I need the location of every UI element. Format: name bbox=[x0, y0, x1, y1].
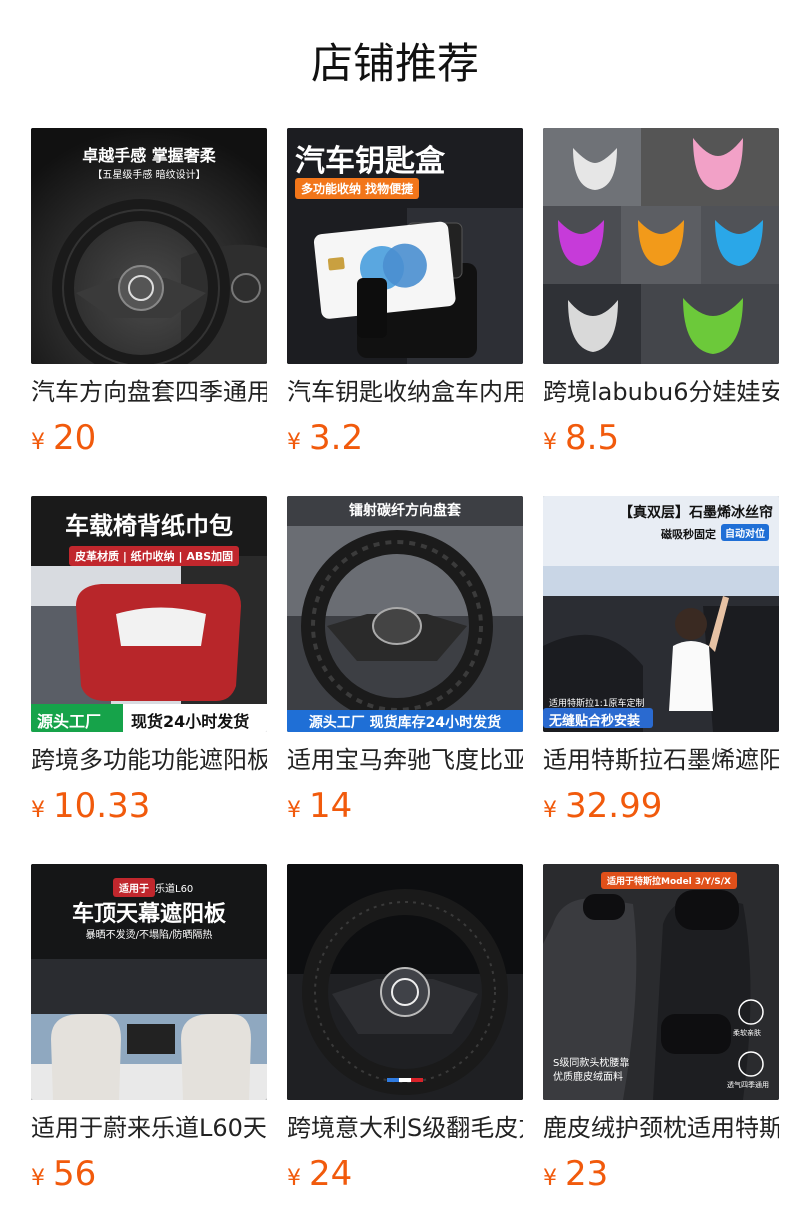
price-value: 56 bbox=[53, 1154, 97, 1194]
image-tag-right: 乐道L60 bbox=[155, 884, 194, 895]
product-price: ¥23 bbox=[543, 1154, 608, 1194]
currency-symbol: ¥ bbox=[543, 1166, 557, 1191]
price-value: 23 bbox=[565, 1154, 609, 1194]
image-headline: 汽车钥匙盒 bbox=[295, 144, 445, 179]
product-price: ¥32.99 bbox=[543, 786, 662, 826]
currency-symbol: ¥ bbox=[31, 430, 45, 455]
image-note-1: S级同款头枕腰靠 bbox=[553, 1058, 630, 1069]
currency-symbol: ¥ bbox=[287, 430, 301, 455]
price-value: 32.99 bbox=[565, 786, 663, 826]
product-image[interactable]: 车载椅背纸巾包 皮革材质 | 纸巾收纳 | ABS加固 源头工厂 现货24小时发… bbox=[31, 496, 267, 732]
product-name[interactable]: 汽车钥匙收纳盒车内用 bbox=[287, 376, 523, 410]
image-badge-1: 柔软亲肤 bbox=[733, 1029, 761, 1037]
product-image[interactable] bbox=[287, 864, 523, 1100]
image-headline: 镭射碳纤方向盘套 bbox=[349, 503, 461, 519]
currency-symbol: ¥ bbox=[287, 798, 301, 823]
product-name[interactable]: 鹿皮绒护颈枕适用特斯拉 bbox=[543, 1112, 779, 1146]
image-headline: 【真双层】石墨烯冰丝帘 bbox=[619, 505, 773, 521]
image-headline: 车载椅背纸巾包 bbox=[65, 512, 233, 540]
image-headline: 车顶天幕遮阳板 bbox=[71, 902, 226, 927]
product-price: ¥10.33 bbox=[31, 786, 150, 826]
image-banner: 无缝贴合秒安装 bbox=[549, 714, 641, 729]
product-price: ¥20 bbox=[31, 418, 96, 458]
product-name[interactable]: 跨境意大利S级翻毛皮方向盘套 bbox=[287, 1112, 523, 1146]
image-subtitle: 磁吸秒固定 bbox=[661, 528, 716, 541]
product-price: ¥14 bbox=[287, 786, 352, 826]
image-tag: 适用于特斯拉Model 3/Y/S/X bbox=[601, 872, 737, 889]
product-image[interactable]: 适用于特斯拉Model 3/Y/S/X S级同款头枕腰靠 优质鹿皮绒面料 柔软亲… bbox=[543, 864, 779, 1100]
image-banner: 源头工厂 现货库存24小时发货 bbox=[308, 715, 502, 731]
product-image[interactable] bbox=[543, 128, 779, 364]
product-price: ¥8.5 bbox=[543, 418, 619, 458]
product-price: ¥24 bbox=[287, 1154, 352, 1194]
product-image[interactable]: 【真双层】石墨烯冰丝帘 磁吸秒固定 自动对位 适用特斯拉1:1原车定制 无缝贴合… bbox=[543, 496, 779, 732]
price-value: 8.5 bbox=[565, 418, 620, 458]
price-value: 24 bbox=[309, 1154, 353, 1194]
currency-symbol: ¥ bbox=[31, 798, 45, 823]
currency-symbol: ¥ bbox=[31, 1166, 45, 1191]
price-value: 20 bbox=[53, 418, 97, 458]
image-subtitle: 【五星级手感 暗纹设计】 bbox=[92, 170, 206, 181]
image-subtitle: 皮革材质 | 纸巾收纳 | ABS加固 bbox=[69, 546, 240, 566]
product-price: ¥3.2 bbox=[287, 418, 363, 458]
image-subtitle: 多功能收纳 找物便捷 bbox=[295, 178, 420, 199]
product-name[interactable]: 适用于蔚来乐道L60天幕遮阳板 bbox=[31, 1112, 267, 1146]
image-subtitle-tag: 自动对位 bbox=[721, 524, 769, 541]
product-name[interactable]: 适用宝马奔驰飞度比亚迪 bbox=[287, 744, 523, 778]
banner-left: 源头工厂 bbox=[37, 712, 102, 731]
image-headline: 卓越手感 掌握奢柔 bbox=[82, 146, 216, 165]
price-value: 10.33 bbox=[53, 786, 151, 826]
image-tag-left: 适用于 bbox=[113, 878, 155, 897]
currency-symbol: ¥ bbox=[287, 1166, 301, 1191]
product-image[interactable]: 镭射碳纤方向盘套 源头工厂 现货库存24小时发货 bbox=[287, 496, 523, 732]
price-value: 14 bbox=[309, 786, 353, 826]
currency-symbol: ¥ bbox=[543, 430, 557, 455]
currency-symbol: ¥ bbox=[543, 798, 557, 823]
banner-right: 现货24小时发货 bbox=[131, 712, 250, 731]
product-name[interactable]: 跨境多功能功能遮阳板 bbox=[31, 744, 267, 778]
product-image[interactable]: 汽车钥匙盒 多功能收纳 找物便捷 bbox=[287, 128, 523, 364]
image-note-2: 优质鹿皮绒面料 bbox=[553, 1072, 623, 1083]
product-image[interactable]: 卓越手感 掌握奢柔 【五星级手感 暗纹设计】 bbox=[31, 128, 267, 364]
page-title: 店铺推荐 bbox=[310, 39, 479, 88]
product-name[interactable]: 跨境labubu6分娃娃安全座椅 bbox=[543, 376, 779, 410]
image-subtitle: 暴晒不发烫/不塌陷/防晒隔热 bbox=[85, 930, 213, 941]
image-note: 适用特斯拉1:1原车定制 bbox=[549, 699, 645, 709]
product-image[interactable]: 适用于 乐道L60 车顶天幕遮阳板 暴晒不发烫/不塌陷/防晒隔热 bbox=[31, 864, 267, 1100]
product-name[interactable]: 适用特斯拉石墨烯遮阳帘 bbox=[543, 744, 779, 778]
price-value: 3.2 bbox=[309, 418, 364, 458]
product-price: ¥56 bbox=[31, 1154, 96, 1194]
product-name[interactable]: 汽车方向盘套四季通用 bbox=[31, 376, 267, 410]
image-badge-2: 透气四季通用 bbox=[727, 1081, 769, 1089]
